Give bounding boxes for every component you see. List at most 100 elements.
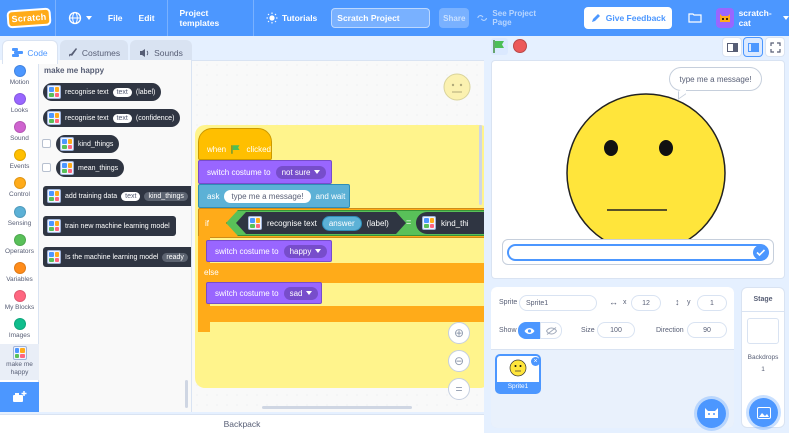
choose-sprite-button[interactable]: [697, 399, 726, 428]
large-stage-icon: [747, 42, 759, 52]
recognise-text-reporter[interactable]: recognise text answer (label): [236, 212, 406, 234]
stage-pane-title: Stage: [742, 288, 784, 312]
ask-message-input[interactable]: type me a message!: [224, 189, 311, 203]
block-add-training-data[interactable]: add training data text kind_things: [43, 186, 191, 206]
block-palette: make me happy recognise text text (label…: [39, 60, 192, 412]
chevron-down-icon[interactable]: [783, 16, 789, 20]
x-position-input[interactable]: 12: [631, 295, 661, 311]
script-workspace[interactable]: when clicked switch costume to not sure …: [192, 60, 484, 412]
workspace-scrollbar-vertical[interactable]: [479, 125, 482, 205]
category-sound[interactable]: Sound: [0, 121, 39, 142]
eye-slash-icon: [545, 326, 557, 335]
username-menu[interactable]: scratch-cat: [739, 8, 778, 28]
category-motion[interactable]: Motion: [0, 65, 39, 86]
tutorials-button[interactable]: Tutorials: [258, 0, 325, 36]
stop-button[interactable]: [513, 39, 527, 53]
direction-input[interactable]: 90: [687, 322, 727, 338]
palette-scrollbar[interactable]: [185, 380, 188, 408]
tab-code[interactable]: Code: [2, 40, 58, 64]
project-title-input[interactable]: Scratch Project: [331, 8, 431, 28]
workspace-scrollbar-horizontal[interactable]: [262, 406, 412, 409]
avatar[interactable]: [716, 8, 734, 28]
block-kind-things[interactable]: kind_things: [56, 135, 120, 153]
kind-things-reporter[interactable]: kind_thi: [416, 212, 484, 234]
category-my-blocks[interactable]: My Blocks: [0, 290, 39, 311]
category-label: Control: [9, 191, 30, 198]
tab-costumes-label: Costumes: [81, 47, 121, 58]
backpack[interactable]: Backpack: [0, 414, 484, 433]
ml-extension-icon: [47, 250, 61, 264]
answer-reporter[interactable]: answer: [322, 216, 362, 231]
answer-input[interactable]: [507, 244, 769, 261]
see-project-page-button[interactable]: See Project Page: [477, 9, 548, 27]
y-position-input[interactable]: 1: [697, 295, 727, 311]
category-variables[interactable]: Variables: [0, 262, 39, 283]
backdrop-thumbnail[interactable]: [747, 318, 779, 344]
text-input-slot[interactable]: text: [121, 191, 141, 201]
checkmark-icon: [756, 249, 766, 257]
switch-costume-sad-block[interactable]: switch costume to sad: [206, 282, 322, 304]
text-input-slot[interactable]: text: [112, 87, 132, 97]
ml-extension-icon: [60, 137, 74, 151]
costume-dropdown[interactable]: not sure: [275, 165, 327, 179]
file-menu[interactable]: File: [100, 0, 131, 36]
scratch-logo[interactable]: Scratch: [6, 7, 52, 29]
block-text: recognise text: [267, 218, 317, 228]
dropdown-value: not sure: [281, 167, 311, 177]
category-looks[interactable]: Looks: [0, 93, 39, 114]
category-images[interactable]: Images: [0, 318, 39, 339]
small-stage-button[interactable]: [722, 37, 742, 57]
language-menu[interactable]: [60, 0, 100, 36]
checkbox[interactable]: [42, 139, 51, 148]
size-input[interactable]: 100: [597, 322, 635, 338]
add-extension-button[interactable]: [0, 382, 39, 412]
ask-and-wait-block[interactable]: ask type me a message! and wait: [198, 184, 350, 208]
category-operators[interactable]: Operators: [0, 234, 39, 255]
share-button[interactable]: Share: [439, 8, 470, 28]
large-stage-button[interactable]: [743, 37, 763, 57]
switch-costume-happy-block[interactable]: switch costume to happy: [206, 240, 332, 262]
category-control[interactable]: Control: [0, 177, 39, 198]
choose-backdrop-button[interactable]: [749, 398, 778, 427]
costume-dropdown[interactable]: happy: [283, 244, 328, 258]
current-sprite-thumbnail: [443, 73, 471, 101]
fullscreen-button[interactable]: [765, 37, 785, 57]
give-feedback-label: Give Feedback: [605, 13, 666, 23]
block-recognise-text-label[interactable]: recognise text text (label): [43, 83, 162, 101]
show-visible-button[interactable]: [518, 322, 540, 339]
remix-icon: [477, 15, 488, 21]
label-dropdown[interactable]: kind_things: [144, 191, 188, 201]
give-feedback-button[interactable]: Give Feedback: [584, 7, 673, 29]
zoom-out-button[interactable]: ⊖: [448, 350, 470, 372]
text-input-slot[interactable]: text: [112, 113, 132, 123]
block-mean-things[interactable]: mean_things: [56, 159, 125, 177]
block-recognise-text-confidence[interactable]: recognise text text (confidence): [43, 109, 181, 127]
green-flag-button[interactable]: [491, 38, 508, 55]
block-is-model-ready[interactable]: Is the machine learning model ready: [43, 247, 191, 267]
checkbox[interactable]: [42, 163, 51, 172]
zoom-reset-button[interactable]: =: [448, 378, 470, 400]
zoom-in-button[interactable]: ⊕: [448, 322, 470, 344]
submit-answer-button[interactable]: [753, 245, 768, 260]
category-sensing[interactable]: Sensing: [0, 206, 39, 227]
sprite-name-input[interactable]: Sprite1: [519, 295, 597, 311]
x-position-icon: ↔: [609, 297, 618, 307]
delete-sprite-button[interactable]: ×: [531, 357, 540, 366]
edit-menu[interactable]: Edit: [131, 0, 163, 36]
when-flag-clicked-block[interactable]: when clicked: [198, 128, 272, 160]
stage-canvas[interactable]: type me a message!: [491, 60, 785, 279]
sprite-tile[interactable]: × Sprite1: [495, 354, 541, 394]
costume-dropdown[interactable]: sad: [283, 286, 319, 300]
category-make-me-happy[interactable]: make me happy: [0, 344, 39, 380]
project-templates-menu[interactable]: Project templates: [171, 0, 249, 36]
category-events[interactable]: Events: [0, 149, 39, 170]
category-dot: [13, 206, 26, 218]
block-train-model[interactable]: train new machine learning model: [43, 216, 176, 236]
show-hidden-button[interactable]: [540, 322, 562, 339]
add-extension-icon: [12, 391, 26, 402]
my-stuff-button[interactable]: [688, 12, 702, 25]
zoom-in-icon: ⊕: [453, 326, 465, 340]
switch-costume-block[interactable]: switch costume to not sure: [198, 160, 332, 184]
state-dropdown[interactable]: ready: [162, 252, 188, 262]
block-text: when: [207, 144, 227, 154]
